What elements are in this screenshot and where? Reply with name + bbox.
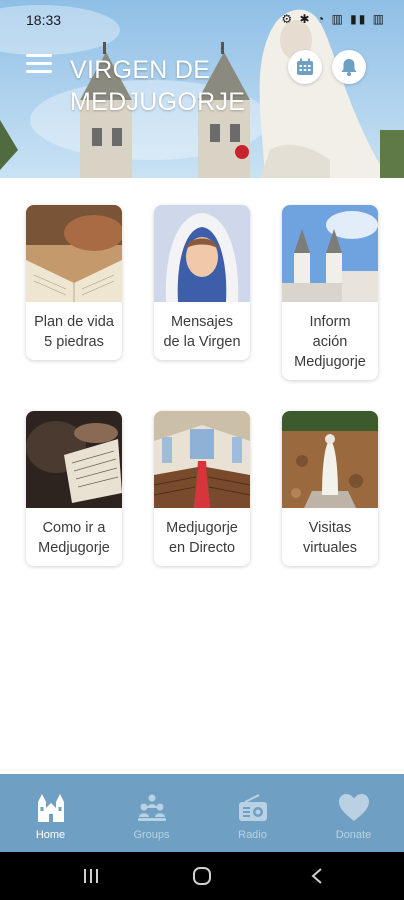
tile-informacion-label: Inform ación Medjugorje [282, 302, 378, 380]
tile-label-line: en Directo [168, 540, 236, 556]
nav-radio[interactable]: Radio [202, 774, 303, 852]
nav-donate[interactable]: Donate [303, 774, 404, 852]
tile-informacion-image [282, 205, 378, 302]
calendar-button[interactable] [288, 50, 322, 84]
nav-groups[interactable]: Groups [101, 774, 202, 852]
tile-label-line: ación [312, 334, 348, 350]
tile-label-line: virtuales [303, 540, 357, 556]
tile-en-directo-label: Medjugorje en Directo [154, 508, 250, 566]
tile-label-line: Medjugorje [38, 540, 110, 556]
tile-como-ir[interactable]: Como ir a Medjugorje [26, 411, 122, 566]
calendar-icon [297, 58, 313, 75]
nav-groups-label: Groups [133, 829, 170, 841]
tile-visitas-virtuales[interactable]: Visitas virtuales [282, 411, 378, 566]
tile-informacion[interactable]: Inform ación Medjugorje [282, 205, 378, 380]
tile-mensajes-image [154, 205, 250, 302]
menu-icon[interactable] [26, 54, 52, 76]
app-title-line1: VIRGEN DE [70, 56, 211, 84]
app-title-line2: MEDJUGORJE [70, 88, 246, 116]
notifications-button[interactable] [332, 50, 366, 84]
status-time: 18:33 [26, 12, 62, 28]
tile-label-line: Medjugorje [166, 520, 238, 536]
bottom-navigation: Home Groups Radio Donate [0, 774, 404, 852]
nav-donate-label: Donate [335, 829, 372, 841]
tile-en-directo[interactable]: Medjugorje en Directo [154, 411, 250, 566]
tile-como-ir-label: Como ir a Medjugorje [26, 508, 122, 566]
tile-label-line: Como ir a [42, 520, 106, 536]
heart-icon [337, 791, 371, 825]
tile-label-line: Medjugorje [294, 354, 366, 370]
church-icon [34, 791, 68, 825]
tile-label-line: Plan de vida [34, 314, 114, 330]
nav-home-label: Home [35, 829, 66, 841]
tile-visitas-virtuales-label: Visitas virtuales [282, 508, 378, 566]
status-icons: ⚙ ✱ ◔ ▥ ▮▮ ▥ [281, 12, 386, 26]
tile-plan-de-vida[interactable]: Plan de vida 5 piedras [26, 205, 122, 360]
tile-label-line: de la Virgen [163, 334, 241, 350]
groups-icon [135, 791, 169, 825]
tile-mensajes[interactable]: Mensajes de la Virgen [154, 205, 250, 360]
tile-label-line: 5 piedras [44, 334, 104, 350]
tile-en-directo-image [154, 411, 250, 508]
tile-plan-de-vida-label: Plan de vida 5 piedras [26, 302, 122, 360]
tile-plan-de-vida-image [26, 205, 122, 302]
header-banner: 18:33 ⚙ ✱ ◔ ▥ ▮▮ ▥ VIRGEN DE MEDJUGORJE [0, 0, 404, 178]
back-icon[interactable] [310, 866, 324, 886]
tile-como-ir-image [26, 411, 122, 508]
tile-mensajes-label: Mensajes de la Virgen [154, 302, 250, 360]
tile-visitas-virtuales-image [282, 411, 378, 508]
home-system-icon[interactable] [192, 866, 212, 886]
radio-icon [236, 791, 270, 825]
app-title: VIRGEN DE MEDJUGORJE [70, 54, 280, 118]
system-navigation-bar [0, 852, 404, 900]
bell-icon [341, 59, 357, 76]
nav-radio-label: Radio [238, 829, 267, 841]
status-bar: 18:33 ⚙ ✱ ◔ ▥ ▮▮ ▥ [0, 0, 404, 38]
tile-label-line: Visitas [308, 520, 352, 536]
recent-apps-icon[interactable] [82, 866, 100, 886]
tile-label-line: Mensajes [170, 314, 234, 330]
tile-label-line: Inform [309, 314, 351, 330]
nav-home[interactable]: Home [0, 774, 101, 852]
